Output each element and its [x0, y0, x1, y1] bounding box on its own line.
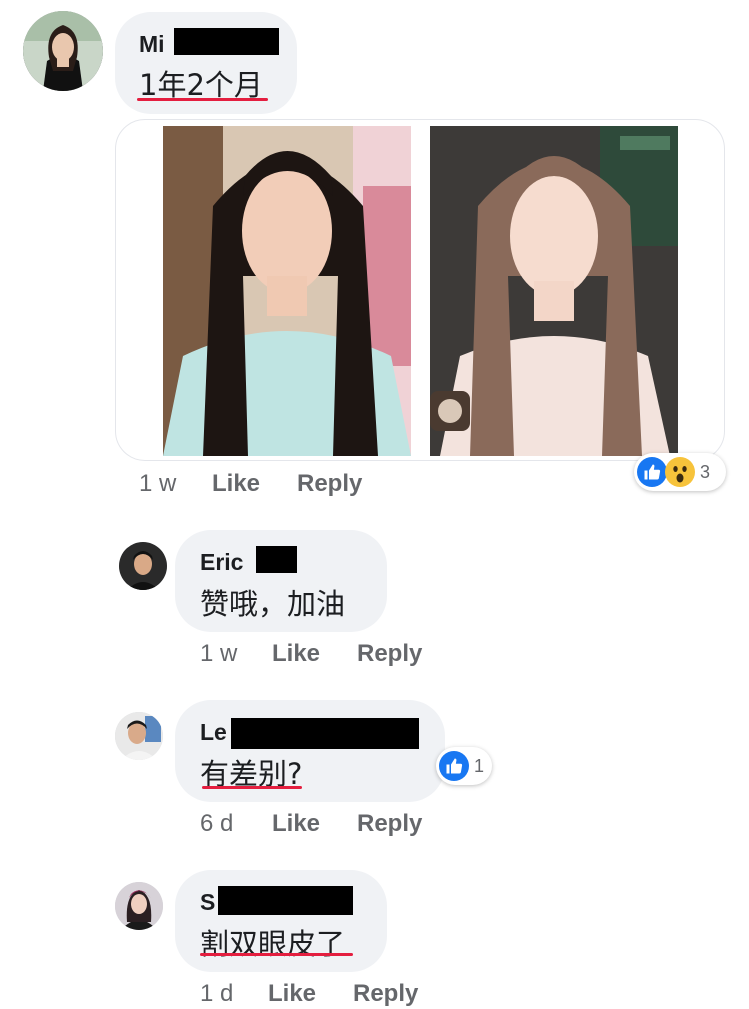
- comment-timestamp[interactable]: 1 d: [200, 980, 233, 1008]
- reply-link[interactable]: Reply: [357, 640, 422, 668]
- annotation-underline: [200, 953, 353, 956]
- comment-timestamp[interactable]: 1 w: [200, 640, 237, 668]
- avatar[interactable]: [115, 882, 163, 930]
- like-link[interactable]: Like: [212, 470, 260, 498]
- reply-link[interactable]: Reply: [297, 470, 362, 498]
- attachment-photo-after[interactable]: [430, 126, 678, 456]
- redaction-block: [174, 28, 279, 55]
- comment-text: 割双眼皮了: [200, 927, 346, 961]
- avatar-photo: [119, 542, 167, 590]
- like-link[interactable]: Like: [268, 980, 316, 1008]
- like-reaction-icon: [439, 751, 469, 781]
- photo-attachment[interactable]: [115, 119, 725, 461]
- avatar-photo: [23, 11, 103, 91]
- avatar[interactable]: [23, 11, 103, 91]
- avatar-photo: [115, 882, 163, 930]
- reply-link[interactable]: Reply: [357, 810, 422, 838]
- wow-reaction-icon: [665, 457, 695, 487]
- like-reaction-icon: [637, 457, 667, 487]
- author-name[interactable]: Le: [200, 719, 227, 746]
- author-name[interactable]: S: [200, 889, 215, 916]
- like-link[interactable]: Like: [272, 640, 320, 668]
- redaction-block: [218, 886, 353, 915]
- comment-timestamp[interactable]: 1 w: [139, 470, 176, 498]
- comment-timestamp[interactable]: 6 d: [200, 810, 233, 838]
- annotation-underline: [202, 786, 302, 789]
- reaction-summary[interactable]: 1: [436, 747, 492, 785]
- redaction-block: [256, 546, 297, 573]
- avatar[interactable]: [119, 542, 167, 590]
- reaction-count: 3: [700, 461, 711, 482]
- avatar-photo: [115, 712, 163, 760]
- like-link[interactable]: Like: [272, 810, 320, 838]
- reaction-summary[interactable]: 3: [634, 453, 726, 491]
- reply-link[interactable]: Reply: [353, 980, 418, 1008]
- comment-text: 赞哦，加油: [200, 587, 346, 621]
- redaction-block: [231, 718, 419, 749]
- author-name[interactable]: Eric: [200, 549, 243, 576]
- avatar[interactable]: [115, 712, 163, 760]
- annotation-underline: [137, 98, 268, 101]
- reaction-count: 1: [474, 755, 485, 776]
- author-name[interactable]: Mi: [139, 31, 165, 58]
- attachment-photo-before[interactable]: [163, 126, 411, 456]
